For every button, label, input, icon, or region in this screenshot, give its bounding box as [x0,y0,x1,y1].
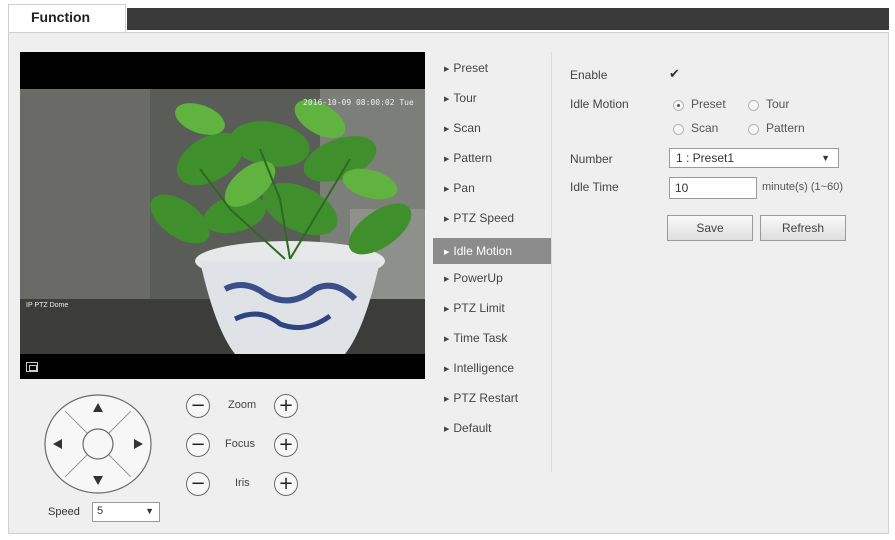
refresh-button[interactable]: Refresh [760,215,846,241]
caret-right-icon: ▶ [444,66,450,73]
tab-function[interactable]: Function [8,4,126,32]
caret-right-icon: ▶ [444,249,450,256]
header-strip [127,8,889,30]
caret-right-icon: ▶ [444,336,450,343]
tab-function-label: Function [31,9,91,25]
radio-preset[interactable] [673,100,684,111]
menu-item-scan[interactable]: ▶ Scan [433,116,551,146]
radio-tour[interactable] [748,100,759,111]
speed-select[interactable]: 5 ▼ [92,502,160,522]
menu-item-ptz-speed[interactable]: ▶ PTZ Speed [433,206,551,236]
menu-item-idle-motion[interactable]: ▶ Idle Motion [433,238,551,264]
caret-right-icon: ▶ [444,426,450,433]
menu-item-ptz-limit[interactable]: ▶ PTZ Limit [433,296,551,326]
zoom-label: Zoom [228,399,257,411]
live-video[interactable]: 2016-10-09 08:00:02 Tue IP PTZ Dome [20,52,425,379]
radio-scan-label: Scan [691,121,719,135]
ptz-direction-pad[interactable] [43,393,153,496]
number-value: 1 : Preset1 [676,151,735,165]
menu-item-time-task[interactable]: ▶ Time Task [433,326,551,356]
caret-right-icon: ▶ [444,396,450,403]
menu-item-default[interactable]: ▶ Default [433,416,551,446]
chevron-down-icon: ▼ [145,506,154,516]
number-label: Number [570,152,613,166]
zoom-out-button[interactable]: − [186,394,210,418]
idle-time-label: Idle Time [570,180,619,194]
caret-right-icon: ▶ [444,216,450,223]
plant-scene-image [20,89,425,354]
focus-far-button[interactable]: + [274,433,298,457]
caret-right-icon: ▶ [444,126,450,133]
iris-close-button[interactable]: − [186,472,210,496]
iris-open-button[interactable]: + [274,472,298,496]
zoom-in-button[interactable]: + [274,394,298,418]
menu-item-intelligence[interactable]: ▶ Intelligence [433,356,551,386]
menu-item-ptz-restart[interactable]: ▶ PTZ Restart [433,386,551,416]
menu-item-preset[interactable]: ▶ Preset [433,56,551,86]
chevron-down-icon: ▼ [821,153,830,163]
idle-motion-label: Idle Motion [570,97,629,111]
caret-right-icon: ▶ [444,186,450,193]
caret-right-icon: ▶ [444,96,450,103]
radio-scan[interactable] [673,124,684,135]
menu-item-tour[interactable]: ▶ Tour [433,86,551,116]
enable-checkbox[interactable]: ✔ [669,66,680,82]
number-select[interactable]: 1 : Preset1 ▼ [669,148,839,168]
function-menu: ▶ Preset ▶ Tour ▶ Scan ▶ Pattern ▶ Pan ▶ PTZ S… [433,56,551,446]
osd-timestamp: 2016-10-09 08:00:02 Tue [303,98,414,107]
speed-label: Speed [48,506,80,518]
radio-pattern[interactable] [748,124,759,135]
menu-item-powerup[interactable]: ▶ PowerUp [433,266,551,296]
enable-label: Enable [570,68,608,82]
save-button[interactable]: Save [667,215,753,241]
caret-right-icon: ▶ [444,156,450,163]
radio-preset-label: Preset [691,97,726,111]
iris-label: Iris [235,477,250,489]
menu-item-pattern[interactable]: ▶ Pattern [433,146,551,176]
caret-right-icon: ▶ [444,276,450,283]
caret-right-icon: ▶ [444,306,450,313]
video-scene [20,89,425,354]
radio-tour-label: Tour [766,97,790,111]
idle-time-input[interactable]: 10 [669,177,757,199]
osd-channel-name: IP PTZ Dome [26,302,69,309]
focus-label: Focus [225,438,255,450]
caret-right-icon: ▶ [444,366,450,373]
fullscreen-icon[interactable] [26,362,38,372]
menu-item-pan[interactable]: ▶ Pan [433,176,551,206]
idle-time-unit: minute(s) (1~60) [762,181,844,193]
menu-divider [551,52,552,472]
header-bar: Function [0,0,895,32]
focus-near-button[interactable]: − [186,433,210,457]
radio-pattern-label: Pattern [766,121,805,135]
speed-value: 5 [97,505,104,517]
